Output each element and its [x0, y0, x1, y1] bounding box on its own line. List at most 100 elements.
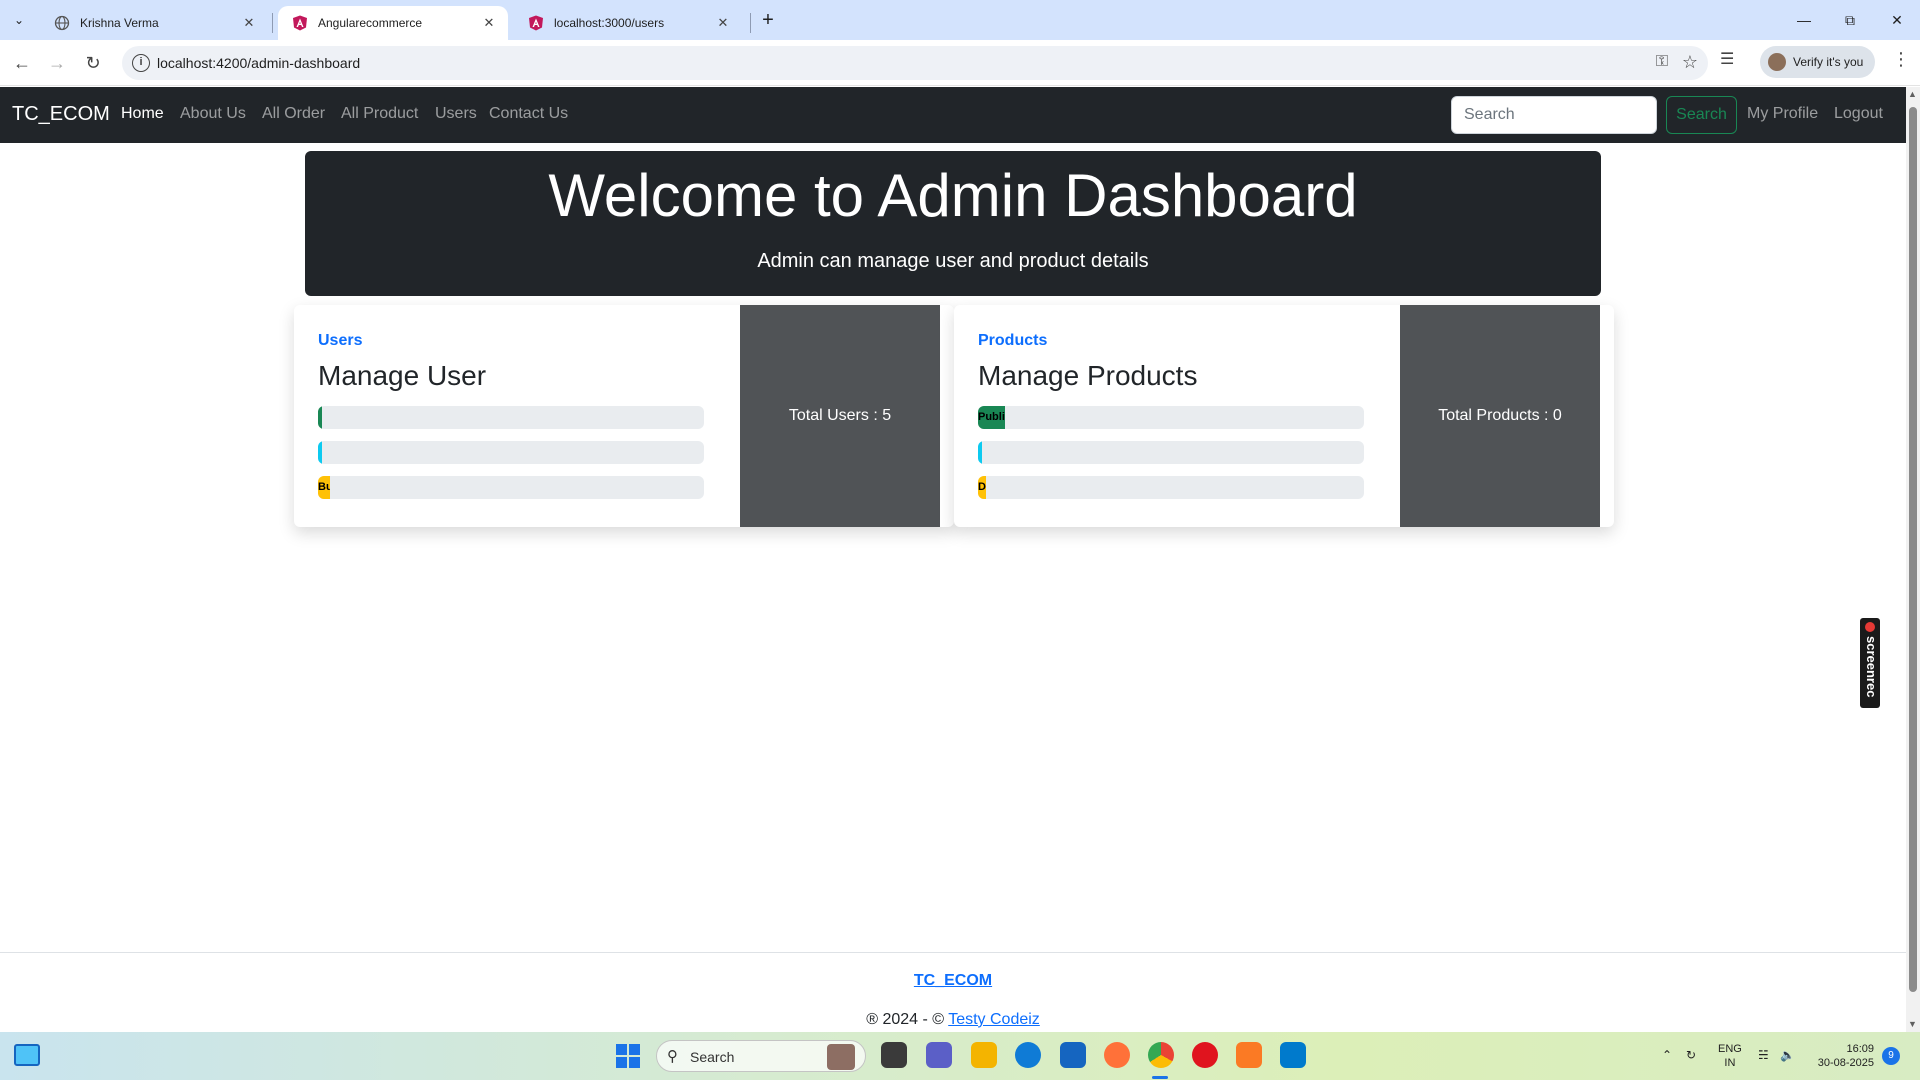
globe-icon [54, 15, 70, 31]
verify-label: Verify it's you [1793, 55, 1864, 69]
url-text[interactable]: localhost:4200/admin-dashboard [157, 55, 360, 71]
total-users-panel: Total Users : 5 [740, 305, 940, 527]
app-navbar: TC_ECOM Home About Us All Order All Prod… [0, 87, 1906, 143]
tab-divider [750, 13, 751, 33]
microsoft-store-icon[interactable] [1060, 1042, 1086, 1068]
browser-tab-angularecommerce[interactable]: Angularecommerce ✕ [278, 6, 508, 40]
nav-link-all-order[interactable]: All Order [262, 105, 325, 123]
scrollbar-thumb[interactable] [1909, 107, 1917, 992]
progress-fill: Bu [318, 476, 330, 499]
wifi-icon[interactable]: ☵ [1758, 1048, 1769, 1062]
tab-title: Angularecommerce [318, 16, 423, 30]
restore-icon[interactable]: ⧉ [1827, 0, 1873, 40]
scroll-down-icon[interactable]: ▼ [1908, 1019, 1917, 1029]
vscode-icon[interactable] [1280, 1042, 1306, 1068]
teams-icon[interactable] [926, 1042, 952, 1068]
progress-fill [978, 441, 982, 464]
show-hidden-icons-chevron-icon[interactable]: ⌃ [1662, 1048, 1672, 1062]
testy-codeiz-link[interactable]: Testy Codeiz [948, 1011, 1040, 1028]
taskbar-search[interactable]: ⚲ Search [656, 1040, 866, 1072]
clock-date: 30-08-2025 [1817, 1057, 1874, 1069]
lang-top: ENG [1718, 1043, 1742, 1055]
new-tab-button[interactable]: + [756, 8, 780, 32]
xampp-icon[interactable] [1236, 1042, 1262, 1068]
browser-menu-icon[interactable]: ⋮ [1892, 50, 1910, 68]
progress-bar [978, 441, 1364, 464]
site-info-icon[interactable]: i [132, 54, 150, 72]
address-bar[interactable]: i localhost:4200/admin-dashboard ⚿ ☆ [122, 46, 1708, 80]
search-highlight-image [827, 1044, 855, 1070]
lang-bottom: IN [1724, 1057, 1736, 1069]
navbar-brand[interactable]: TC_ECOM [12, 103, 110, 126]
reload-icon[interactable]: ↻ [79, 49, 107, 77]
password-key-icon[interactable]: ⚿ [1656, 53, 1668, 71]
progress-bar [318, 441, 704, 464]
nav-link-about-us[interactable]: About Us [180, 105, 246, 123]
footer-divider [0, 952, 1906, 953]
task-view-icon[interactable] [881, 1042, 907, 1068]
firefox-icon[interactable] [1104, 1042, 1130, 1068]
widgets-icon[interactable] [14, 1044, 40, 1066]
minimize-icon[interactable]: — [1781, 0, 1827, 40]
scroll-up-icon[interactable]: ▲ [1908, 89, 1917, 99]
profile-verify-button[interactable]: Verify it's you [1760, 46, 1875, 78]
progress-bar [318, 406, 704, 429]
avatar [1768, 53, 1786, 71]
browser-tab-bar: ⌄ Krishna Verma ✕ Angularecommerce ✕ loc… [0, 0, 1920, 40]
close-tab-icon[interactable]: ✕ [480, 14, 498, 32]
windows-taskbar: ⚲ Search ⌃ ↻ ENG IN ☵ 🔈 16:09 30-08-2025… [0, 1032, 1920, 1080]
opera-icon[interactable] [1192, 1042, 1218, 1068]
forward-arrow-icon[interactable]: → [43, 49, 71, 77]
windows-start-icon[interactable] [616, 1044, 640, 1068]
progress-fill: Publi [978, 406, 1006, 429]
nav-link-users[interactable]: Users [435, 105, 477, 123]
edge-icon[interactable] [1015, 1042, 1041, 1068]
record-dot-icon [1865, 622, 1875, 632]
page-scrollbar[interactable]: ▲ ▼ [1906, 87, 1920, 1032]
active-app-indicator [1152, 1076, 1168, 1079]
tab-title: Krishna Verma [80, 16, 159, 30]
back-arrow-icon[interactable]: ← [8, 49, 36, 77]
angular-icon [529, 15, 543, 31]
browser-toolbar: ← → ↻ i localhost:4200/admin-dashboard ⚿… [0, 40, 1920, 86]
language-indicator[interactable]: ENG IN [1718, 1042, 1742, 1070]
close-window-icon[interactable]: ✕ [1874, 0, 1920, 40]
close-tab-icon[interactable]: ✕ [240, 14, 258, 32]
progress-fill [318, 441, 322, 464]
nav-link-home[interactable]: Home [121, 105, 164, 123]
page-viewport: TC_ECOM Home About Us All Order All Prod… [0, 87, 1906, 1032]
nav-link-contact-us[interactable]: Contact Us [489, 105, 568, 123]
notification-badge[interactable]: 9 [1882, 1047, 1900, 1065]
tab-search-chevron-icon[interactable]: ⌄ [7, 8, 31, 32]
total-products-panel: Total Products : 0 [1400, 305, 1600, 527]
total-products-text: Total Products : 0 [1438, 407, 1562, 424]
page-title: Welcome to Admin Dashboard [548, 162, 1358, 229]
card-subtitle[interactable]: Products [978, 332, 1047, 350]
screenrec-widget[interactable]: screenrec [1860, 618, 1880, 708]
progress-fill [318, 406, 322, 429]
nav-link-all-product[interactable]: All Product [341, 105, 418, 123]
progress-fill: D [978, 476, 986, 499]
nav-link-my-profile[interactable]: My Profile [1747, 105, 1818, 123]
footer-brand-link[interactable]: TC_ECOM [0, 972, 1906, 990]
browser-tab-users-api[interactable]: localhost:3000/users ✕ [514, 6, 742, 40]
volume-icon[interactable]: 🔈 [1780, 1048, 1795, 1062]
nav-link-logout[interactable]: Logout [1834, 105, 1883, 123]
welcome-banner: Welcome to Admin Dashboard Admin can man… [305, 151, 1601, 296]
card-title: Manage User [318, 360, 487, 391]
system-clock[interactable]: 16:09 30-08-2025 [1810, 1042, 1874, 1070]
footer-copyright: ® 2024 - © Testy Codeiz [0, 1011, 1906, 1029]
browser-tab-krishna[interactable]: Krishna Verma ✕ [40, 6, 268, 40]
tab-title: localhost:3000/users [554, 16, 665, 30]
navbar-search-button[interactable]: Search [1666, 96, 1737, 134]
chrome-icon[interactable] [1148, 1042, 1174, 1068]
manage-users-card: Users Manage User Bu Total Users : 5 [294, 305, 954, 527]
file-explorer-icon[interactable] [971, 1042, 997, 1068]
close-tab-icon[interactable]: ✕ [714, 14, 732, 32]
navbar-search-input[interactable] [1451, 96, 1657, 134]
sync-icon[interactable]: ↻ [1686, 1048, 1696, 1062]
bookmark-star-icon[interactable]: ☆ [1682, 52, 1698, 73]
media-controls-icon[interactable]: ☰ [1720, 49, 1734, 69]
card-subtitle[interactable]: Users [318, 332, 362, 350]
clock-time: 16:09 [1846, 1043, 1874, 1055]
